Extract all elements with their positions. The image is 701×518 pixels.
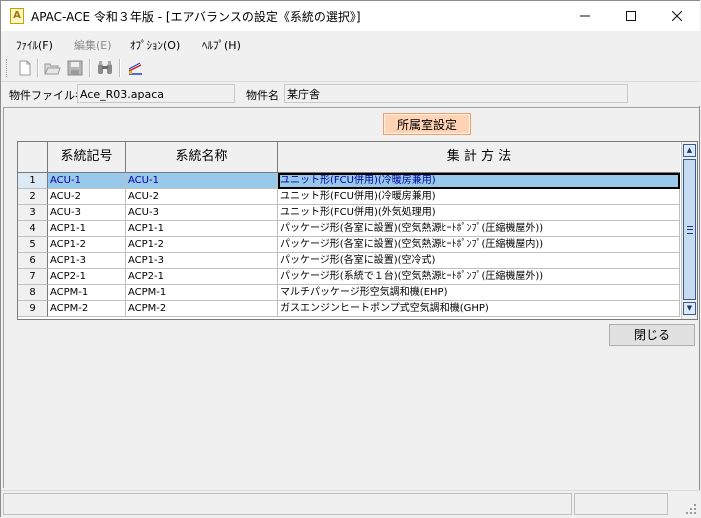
cell-method[interactable]: ユニット形(FCU併用)(冷暖房兼用) xyxy=(278,189,680,205)
cell-code[interactable]: ACP1-2 xyxy=(48,237,126,253)
row-number[interactable]: 7 xyxy=(18,269,48,285)
cell-name[interactable]: ACU-3 xyxy=(126,205,278,221)
table-row[interactable]: 5 ACP1-2 ACP1-2 パッケージ形(各室に設置)(空気熱源ﾋｰﾄﾎﾟﾝﾌﾟ(… xyxy=(18,237,680,253)
file-name-field: Ace_R03.apaca xyxy=(77,84,235,103)
cell-name[interactable]: ACP1-1 xyxy=(126,221,278,237)
status-panel-secondary xyxy=(574,493,668,515)
row-number[interactable]: 3 xyxy=(18,205,48,221)
vertical-scrollbar[interactable]: ▲ ▼ xyxy=(681,142,697,319)
table-row[interactable]: 2 ACU-2 ACU-2 ユニット形(FCU併用)(冷暖房兼用) xyxy=(18,189,680,205)
cell-code[interactable]: ACP2-1 xyxy=(48,269,126,285)
content-area: 所属室設定 系統記号 系統名称 集 計 方 法 1 ACU-1 ACU-1 ユニット形… xyxy=(3,107,699,488)
menu-file[interactable]: ﾌｧｲﾙ(F) xyxy=(16,37,53,53)
cell-code[interactable]: ACP1-3 xyxy=(48,253,126,269)
table-row[interactable]: 9 ACPM-2 ACPM-2 ガスエンジンヒートポンプ式空気調和機(GHP) xyxy=(18,301,680,317)
cell-method[interactable]: ユニット形(FCU併用)(外気処理用) xyxy=(278,205,680,221)
header-name[interactable]: 系統名称 xyxy=(126,142,278,172)
table-row[interactable]: 6 ACP1-3 ACP1-3 パッケージ形(各室に設置)(空冷式) xyxy=(18,253,680,269)
status-bar xyxy=(1,490,700,518)
cell-name[interactable]: ACP1-2 xyxy=(126,237,278,253)
project-name-field: 某庁舎 xyxy=(284,84,628,103)
close-window-button[interactable] xyxy=(654,1,700,31)
row-number[interactable]: 2 xyxy=(18,189,48,205)
cell-method[interactable]: マルチパッケージ形空気調和機(EHP) xyxy=(278,285,680,301)
toolbar xyxy=(1,55,700,81)
minimize-icon xyxy=(580,15,590,17)
toolbar-grip[interactable] xyxy=(6,59,9,77)
maximize-icon xyxy=(626,11,636,21)
cell-code[interactable]: ACP1-1 xyxy=(48,221,126,237)
header-method[interactable]: 集 計 方 法 xyxy=(278,142,680,172)
app-icon[interactable]: A xyxy=(10,8,24,24)
minimize-button[interactable] xyxy=(562,1,608,31)
scroll-up-icon[interactable]: ▲ xyxy=(683,144,696,157)
cell-method[interactable]: パッケージ形(各室に設置)(空気熱源ﾋｰﾄﾎﾟﾝﾌﾟ(圧縮機屋外)) xyxy=(278,221,680,237)
row-number[interactable]: 9 xyxy=(18,301,48,317)
cell-method[interactable]: パッケージ形(系統で１台)(空気熱源ﾋｰﾄﾎﾟﾝﾌﾟ(圧縮機屋外)) xyxy=(278,269,680,285)
cell-name[interactable]: ACP1-3 xyxy=(126,253,278,269)
scroll-down-icon[interactable]: ▼ xyxy=(683,302,696,315)
row-number[interactable]: 5 xyxy=(18,237,48,253)
cell-method[interactable]: ガスエンジンヒートポンプ式空気調和機(GHP) xyxy=(278,301,680,317)
cell-method[interactable]: ユニット形(FCU併用)(冷暖房兼用) xyxy=(278,173,680,189)
status-panel-main xyxy=(3,493,572,515)
cell-name[interactable]: ACP2-1 xyxy=(126,269,278,285)
cell-method[interactable]: パッケージ形(各室に設置)(空気熱源ﾋｰﾄﾎﾟﾝﾌﾟ(圧縮機屋内)) xyxy=(278,237,680,253)
table-row[interactable]: 3 ACU-3 ACU-3 ユニット形(FCU併用)(外気処理用) xyxy=(18,205,680,221)
header-code[interactable]: 系統記号 xyxy=(48,142,126,172)
cell-code[interactable]: ACPM-2 xyxy=(48,301,126,317)
menu-help[interactable]: ﾍﾙﾌﾟ(H) xyxy=(202,37,241,53)
cell-code[interactable]: ACPM-1 xyxy=(48,285,126,301)
table-row[interactable]: 4 ACP1-1 ACP1-1 パッケージ形(各室に設置)(空気熱源ﾋｰﾄﾎﾟﾝﾌﾟ(… xyxy=(18,221,680,237)
grip-icon xyxy=(687,226,693,234)
row-number[interactable]: 6 xyxy=(18,253,48,269)
grid-header: 系統記号 系統名称 集 計 方 法 xyxy=(18,142,680,173)
new-file-icon[interactable] xyxy=(16,59,34,77)
cell-name[interactable]: ACPM-2 xyxy=(126,301,278,317)
menu-edit[interactable]: 編集(E) xyxy=(74,37,112,53)
open-folder-icon[interactable] xyxy=(43,59,61,77)
window-title: APAC-ACE 令和３年版 - [エアバランスの設定《系統の選択》] xyxy=(31,10,361,24)
cell-code[interactable]: ACU-3 xyxy=(48,205,126,221)
close-button[interactable]: 閉じる xyxy=(609,324,695,346)
cell-name[interactable]: ACU-1 xyxy=(126,173,278,189)
row-number[interactable]: 8 xyxy=(18,285,48,301)
system-grid: 系統記号 系統名称 集 計 方 法 1 ACU-1 ACU-1 ユニット形(FCU併用… xyxy=(17,141,698,320)
table-row[interactable]: 7 ACP2-1 ACP2-1 パッケージ形(系統で１台)(空気熱源ﾋｰﾄﾎﾟﾝﾌﾟ(… xyxy=(18,269,680,285)
row-number[interactable]: 4 xyxy=(18,221,48,237)
cell-name[interactable]: ACU-2 xyxy=(126,189,278,205)
find-icon[interactable] xyxy=(96,59,114,77)
toolbar-separator xyxy=(119,59,121,77)
menu-bar: ﾌｧｲﾙ(F) 編集(E) ｵﾌﾟｼｮﾝ(O) ﾍﾙﾌﾟ(H) xyxy=(1,31,700,55)
scroll-thumb[interactable] xyxy=(683,159,696,300)
table-row[interactable]: 1 ACU-1 ACU-1 ユニット形(FCU併用)(冷暖房兼用) xyxy=(18,173,680,189)
cell-code[interactable]: ACU-1 xyxy=(48,173,126,189)
table-row[interactable]: 8 ACPM-1 ACPM-1 マルチパッケージ形空気調和機(EHP) xyxy=(18,285,680,301)
main-window: A APAC-ACE 令和３年版 - [エアバランスの設定《系統の選択》] ﾌｧ… xyxy=(0,0,700,518)
chart-icon[interactable] xyxy=(126,59,144,77)
cell-method[interactable]: パッケージ形(各室に設置)(空冷式) xyxy=(278,253,680,269)
resize-grip-icon[interactable] xyxy=(685,503,697,515)
toolbar-separator xyxy=(89,59,91,77)
cell-name[interactable]: ACPM-1 xyxy=(126,285,278,301)
menu-options[interactable]: ｵﾌﾟｼｮﾝ(O) xyxy=(130,37,180,53)
row-number[interactable]: 1 xyxy=(18,173,48,189)
info-bar: 物件ファイル名 Ace_R03.apaca 物件名 某庁舎 xyxy=(1,81,700,106)
cell-code[interactable]: ACU-2 xyxy=(48,189,126,205)
file-name-label: 物件ファイル名 xyxy=(9,89,86,102)
room-settings-button[interactable]: 所属室設定 xyxy=(383,113,471,135)
toolbar-separator xyxy=(37,59,39,77)
header-corner xyxy=(18,142,48,172)
maximize-button[interactable] xyxy=(608,1,654,31)
close-icon xyxy=(671,10,683,22)
save-icon[interactable] xyxy=(66,59,84,77)
title-bar[interactable]: A APAC-ACE 令和３年版 - [エアバランスの設定《系統の選択》] xyxy=(1,1,700,31)
project-name-label: 物件名 xyxy=(246,89,279,102)
